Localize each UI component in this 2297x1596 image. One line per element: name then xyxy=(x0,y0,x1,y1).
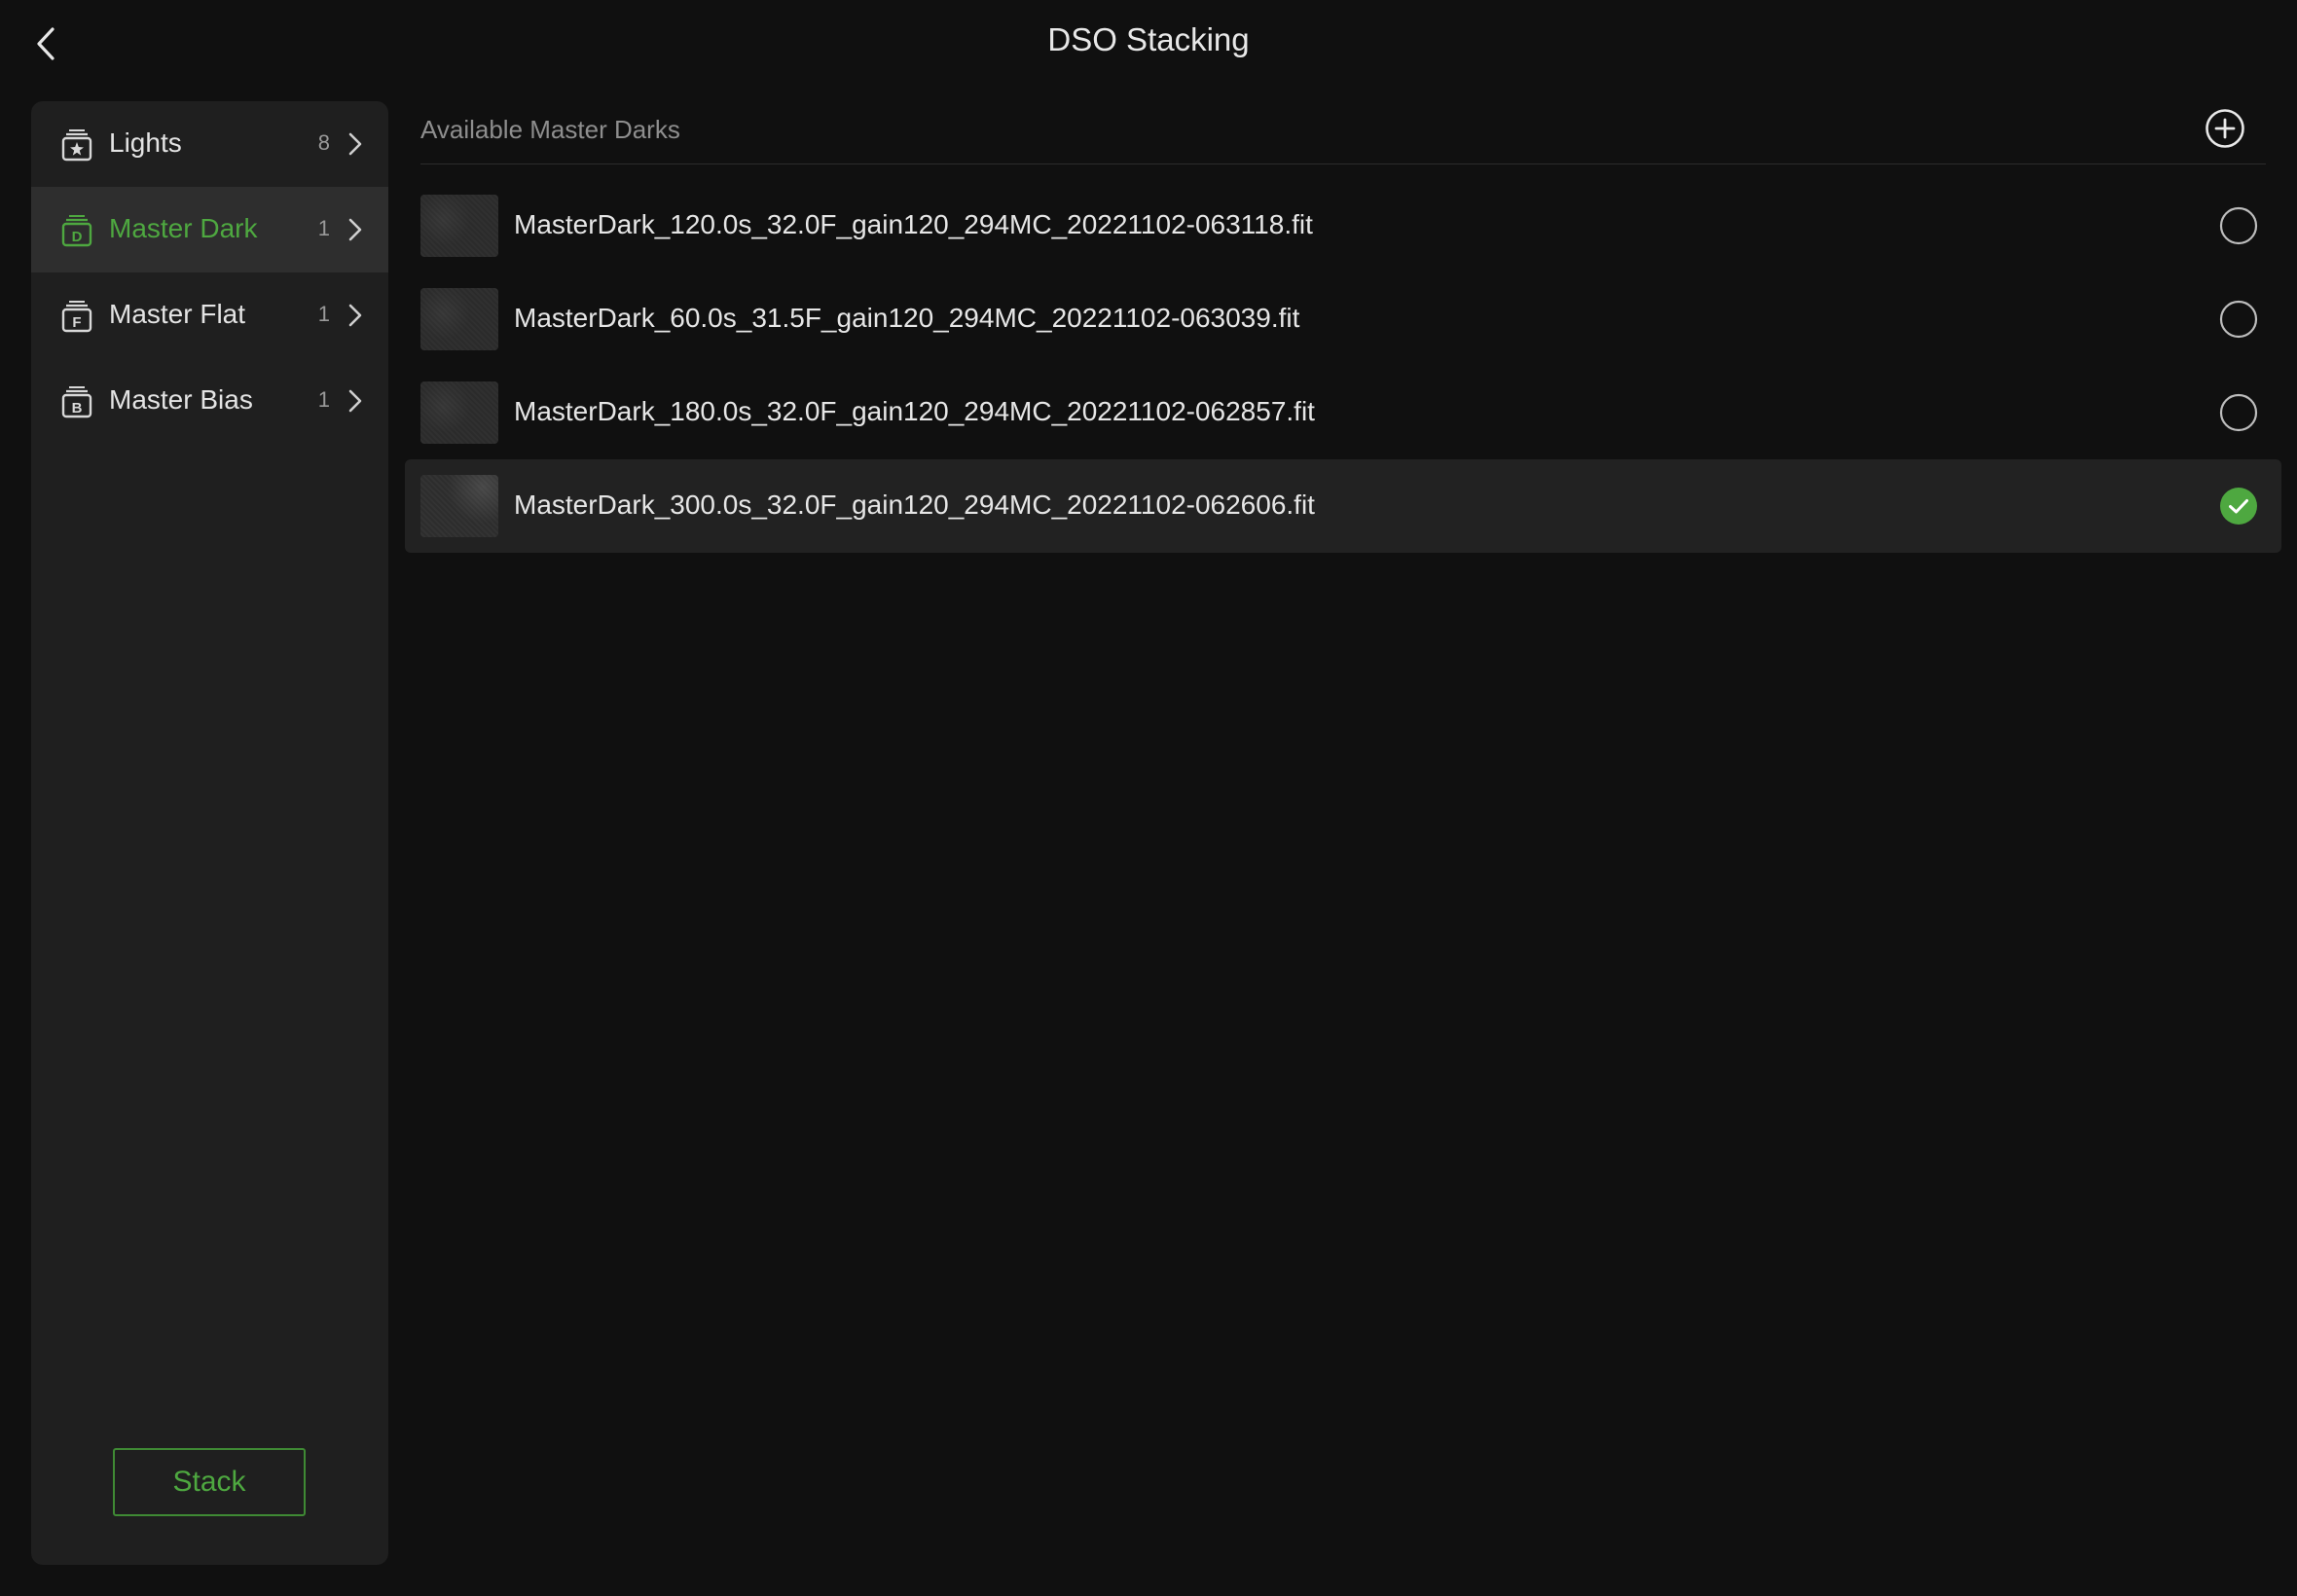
sidebar-item-label: Master Bias xyxy=(109,384,253,415)
svg-text:D: D xyxy=(72,229,83,245)
sidebar-item-master-dark[interactable]: D Master Dark 1 xyxy=(31,187,388,272)
master-dark-icon: D xyxy=(61,215,92,247)
chevron-right-icon xyxy=(348,389,362,413)
chevron-left-icon xyxy=(37,27,55,60)
check-circle-icon[interactable] xyxy=(2219,487,2258,526)
sidebar-item-label: Master Dark xyxy=(109,213,258,243)
sidebar-item-count: 1 xyxy=(317,302,330,326)
file-name: MasterDark_300.0s_32.0F_gain120_294MC_20… xyxy=(514,490,1315,520)
sidebar-item-lights[interactable]: Lights 8 xyxy=(31,101,388,187)
sidebar-item-count: 1 xyxy=(317,216,330,240)
sidebar: Lights 8 D Master Dark 1 F Master Flat 1 xyxy=(31,101,388,1565)
section-title: Available Master Darks xyxy=(420,115,680,144)
add-circle-icon[interactable] xyxy=(2204,107,2246,150)
sidebar-item-master-flat[interactable]: F Master Flat 1 xyxy=(31,272,388,358)
master-flat-icon: F xyxy=(61,301,92,333)
stack-button[interactable]: Stack xyxy=(113,1448,306,1516)
back-button[interactable] xyxy=(23,21,68,66)
chevron-right-icon xyxy=(348,304,362,327)
chevron-right-icon xyxy=(348,132,362,156)
svg-text:B: B xyxy=(72,400,83,417)
file-thumbnail xyxy=(420,381,498,444)
sidebar-item-count: 8 xyxy=(317,130,330,155)
file-list: MasterDark_120.0s_32.0F_gain120_294MC_20… xyxy=(405,179,2281,553)
file-row-selected[interactable]: MasterDark_300.0s_32.0F_gain120_294MC_20… xyxy=(405,459,2281,553)
file-thumbnail xyxy=(420,475,498,537)
chevron-right-icon xyxy=(348,218,362,241)
sidebar-item-master-bias[interactable]: B Master Bias 1 xyxy=(31,358,388,444)
master-bias-icon: B xyxy=(61,386,92,418)
top-bar: DSO Stacking xyxy=(0,0,2297,88)
file-row[interactable]: MasterDark_120.0s_32.0F_gain120_294MC_20… xyxy=(405,179,2281,272)
sidebar-item-label: Lights xyxy=(109,127,182,158)
page-title: DSO Stacking xyxy=(1047,21,1250,57)
file-name: MasterDark_120.0s_32.0F_gain120_294MC_20… xyxy=(514,209,1313,239)
lights-icon xyxy=(61,129,92,162)
radio-unchecked-icon[interactable] xyxy=(2219,393,2258,432)
divider xyxy=(420,163,2266,164)
file-thumbnail xyxy=(420,288,498,350)
file-row[interactable]: MasterDark_60.0s_31.5F_gain120_294MC_202… xyxy=(405,272,2281,366)
radio-unchecked-icon[interactable] xyxy=(2219,300,2258,339)
main-panel: Available Master Darks MasterDark_120.0s… xyxy=(405,101,2281,1565)
svg-text:F: F xyxy=(72,314,81,331)
file-thumbnail xyxy=(420,195,498,257)
file-row[interactable]: MasterDark_180.0s_32.0F_gain120_294MC_20… xyxy=(405,366,2281,459)
file-name: MasterDark_180.0s_32.0F_gain120_294MC_20… xyxy=(514,396,1315,426)
sidebar-item-label: Master Flat xyxy=(109,299,246,329)
file-name: MasterDark_60.0s_31.5F_gain120_294MC_202… xyxy=(514,303,1300,333)
sidebar-item-count: 1 xyxy=(317,387,330,412)
radio-unchecked-icon[interactable] xyxy=(2219,206,2258,245)
